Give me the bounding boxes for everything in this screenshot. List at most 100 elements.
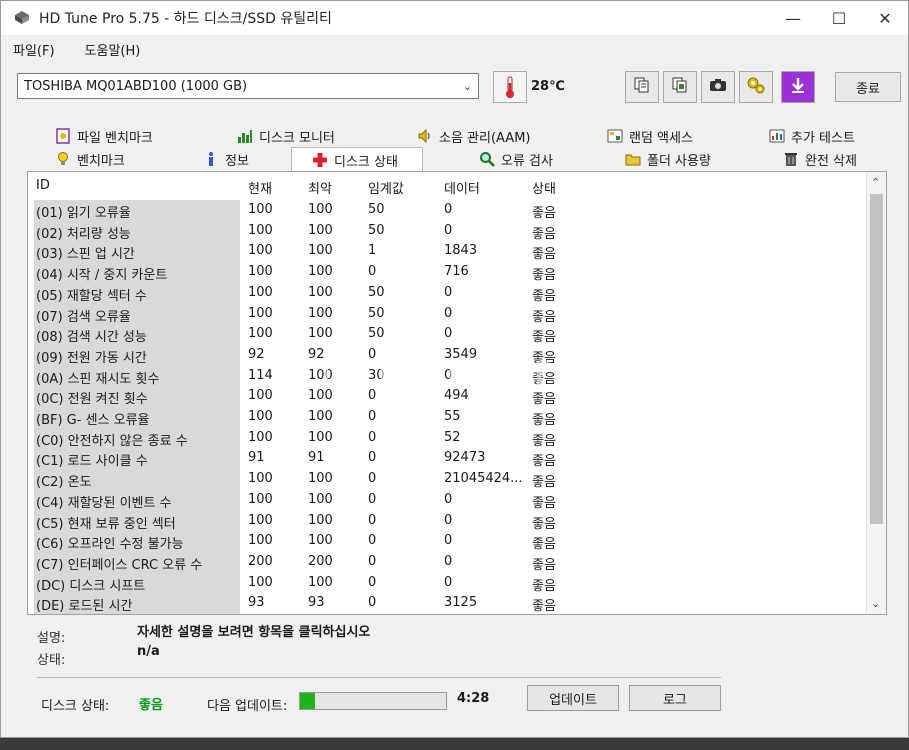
table-row[interactable]: (07) 검색 오류율 100 100 50 0 좋음 (28, 303, 866, 325)
table-row[interactable]: (08) 검색 시간 성능 100 100 50 0 좋음 (28, 324, 866, 346)
column-header-worst[interactable]: 최악 (308, 178, 332, 197)
cell-threshold: 50 (368, 202, 385, 217)
maximize-button[interactable]: ☐ (816, 1, 862, 35)
chevron-down-icon: ⌄ (462, 79, 472, 93)
save-icon (789, 76, 807, 98)
options-icon (746, 75, 766, 99)
drive-select[interactable]: TOSHIBA MQ01ABD100 (1000 GB) ⌄ (17, 73, 479, 99)
cell-worst: 100 (308, 409, 333, 424)
cell-status: 좋음 (532, 557, 556, 573)
table-row[interactable]: (01) 읽기 오류율 100 100 50 0 좋음 (28, 200, 866, 221)
tab-disk-monitor[interactable]: 디스크 모니터 (237, 125, 335, 147)
cell-threshold: 0 (368, 574, 377, 590)
cell-threshold: 0 (368, 512, 377, 528)
tab-file-benchmark[interactable]: 파일 벤치마크 (55, 125, 153, 147)
cell-threshold: 0 (368, 471, 377, 487)
tab-error-scan[interactable]: 오류 검사 (479, 148, 553, 170)
cell-current: 100 (248, 409, 273, 424)
tab-disk-health[interactable]: 디스크 상태 (291, 147, 423, 172)
log-button[interactable]: 로그 (629, 685, 721, 711)
table-row[interactable]: (04) 시작 / 중지 카운트 100 100 0 716 좋음 (28, 262, 866, 284)
tab-folder-usage[interactable]: 폴더 사용량 (625, 148, 711, 170)
cell-current: 100 (248, 305, 273, 321)
tab-label: 폴더 사용량 (647, 153, 711, 169)
cell-threshold: 50 (368, 222, 385, 238)
table-row[interactable]: (02) 처리량 성능 100 100 50 0 좋음 (28, 220, 866, 242)
extra-tests-icon (769, 128, 785, 144)
table-row[interactable]: (09) 전원 가동 시간 92 92 0 3549 좋음 (28, 344, 866, 366)
cell-id: (04) 시작 / 중지 카운트 (34, 262, 240, 284)
tab-extra-tests[interactable]: 추가 테스트 (769, 125, 855, 147)
table-scrollbar[interactable]: ⌃ ⌄ (866, 172, 886, 614)
update-countdown: 4:28 (457, 691, 490, 706)
copy-screenshot-button[interactable] (663, 71, 697, 103)
cell-id: (C2) 온도 (34, 469, 240, 491)
menu-help[interactable]: 도움말(H) (83, 37, 151, 61)
cell-status: 좋음 (532, 226, 556, 242)
cell-data: 0 (444, 326, 453, 342)
table-row[interactable]: (C1) 로드 사이클 수 91 91 0 92473 좋음 (28, 448, 866, 470)
table-row[interactable]: (03) 스핀 업 시간 100 100 1 1843 좋음 (28, 241, 866, 263)
scroll-down-icon[interactable]: ⌄ (871, 597, 880, 610)
cell-worst: 100 (308, 202, 333, 217)
column-header-current[interactable]: 현재 (248, 178, 272, 197)
menu-file[interactable]: 파일(F) (11, 37, 65, 61)
cell-status: 좋음 (532, 578, 556, 594)
update-button[interactable]: 업데이트 (527, 685, 619, 711)
column-header-data[interactable]: 데이터 (444, 178, 480, 197)
cell-data: 716 (444, 264, 469, 280)
cell-worst: 100 (308, 222, 333, 238)
options-button[interactable] (739, 71, 773, 103)
tab-label: 정보 (225, 153, 249, 169)
thermometer-icon (493, 71, 527, 103)
tab-label: 소음 관리(AAM) (439, 130, 531, 146)
table-row[interactable]: (C2) 온도 100 100 0 21045424... 좋음 (28, 469, 866, 491)
column-header-id[interactable]: ID (36, 178, 50, 193)
cell-worst: 100 (308, 533, 333, 549)
speaker-icon (417, 128, 433, 144)
cell-worst: 100 (308, 574, 333, 590)
tab-benchmark[interactable]: 벤치마크 (55, 148, 125, 170)
table-row[interactable]: (DC) 디스크 시프트 100 100 0 0 좋음 (28, 572, 866, 594)
tab-random-access[interactable]: 랜덤 액세스 (607, 125, 693, 147)
screenshot-button[interactable] (701, 71, 735, 103)
table-row[interactable]: (C5) 현재 보류 중인 섹터 100 100 0 0 좋음 (28, 510, 866, 532)
column-header-status[interactable]: 상태 (532, 178, 556, 197)
magnifier-icon (479, 151, 495, 167)
cell-data: 1843 (444, 243, 478, 259)
table-row[interactable]: (0A) 스핀 재시도 횟수 114 100 30 0 좋음 (28, 365, 866, 387)
table-row[interactable]: (DE) 로드된 시간 93 93 0 3125 좋음 (28, 593, 866, 614)
tab-erase[interactable]: 완전 삭제 (783, 148, 857, 170)
scroll-up-icon[interactable]: ⌃ (871, 176, 880, 189)
cell-worst: 100 (308, 243, 333, 259)
update-progress-bar (299, 692, 447, 710)
cell-threshold: 50 (368, 326, 385, 342)
minimize-button[interactable]: — (770, 1, 816, 35)
cell-id: (C6) 오프라인 수정 불가능 (34, 531, 240, 553)
cell-current: 100 (248, 264, 273, 280)
column-header-threshold[interactable]: 임계값 (368, 178, 404, 197)
table-row[interactable]: (C0) 안전하지 않은 종료 수 100 100 0 52 좋음 (28, 427, 866, 449)
table-row[interactable]: (C7) 인터페이스 CRC 오류 수 200 200 0 0 좋음 (28, 551, 866, 573)
tab-label: 파일 벤치마크 (77, 130, 153, 146)
table-row[interactable]: (BF) G- 센스 오류율 100 100 0 55 좋음 (28, 407, 866, 428)
copy-icon (633, 76, 651, 98)
temperature-value: 28℃ (531, 79, 565, 94)
cell-data: 0 (444, 553, 453, 569)
tab-noise-management[interactable]: 소음 관리(AAM) (417, 125, 530, 147)
table-row[interactable]: (C6) 오프라인 수정 불가능 100 100 0 0 좋음 (28, 531, 866, 553)
exit-button[interactable]: 종료 (835, 72, 901, 102)
save-button[interactable] (781, 71, 815, 103)
cell-data: 52 (444, 429, 461, 445)
cell-worst: 100 (308, 305, 333, 321)
window-controls: — ☐ ✕ (770, 1, 908, 35)
cell-worst: 100 (308, 326, 333, 342)
table-row[interactable]: (05) 재할당 섹터 수 100 100 50 0 좋음 (28, 282, 866, 304)
table-row[interactable]: (0C) 전원 켜진 횟수 100 100 0 494 좋음 (28, 386, 866, 408)
copy-button[interactable] (625, 71, 659, 103)
tab-info[interactable]: 정보 (203, 148, 249, 170)
scrollbar-thumb[interactable] (870, 194, 883, 524)
cell-id: (0C) 전원 켜진 횟수 (34, 386, 240, 408)
close-button[interactable]: ✕ (862, 1, 908, 35)
table-row[interactable]: (C4) 재할당된 이벤트 수 100 100 0 0 좋음 (28, 489, 866, 511)
